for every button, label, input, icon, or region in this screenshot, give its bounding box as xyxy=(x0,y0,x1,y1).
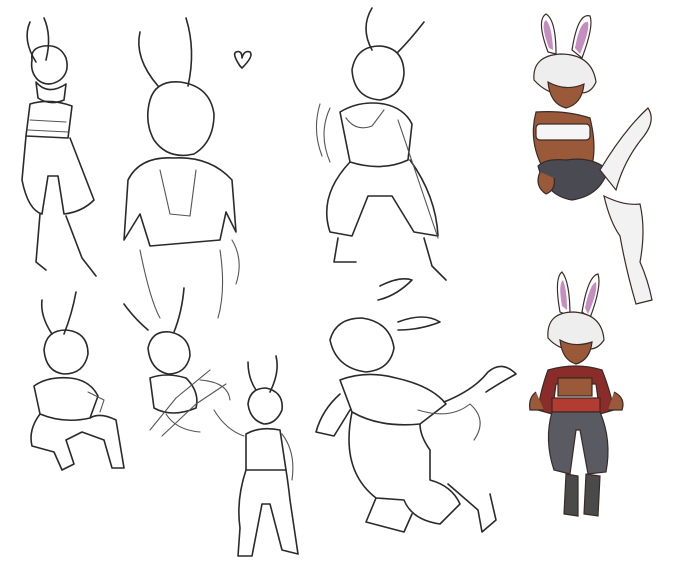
sketch-sitting-colored xyxy=(532,13,653,305)
sketch-standing-colored xyxy=(529,271,624,517)
sketch-running-sickle xyxy=(315,278,517,533)
sketch-standing-scarf xyxy=(21,17,97,277)
sketch-canvas xyxy=(21,7,653,557)
sketch-sheet xyxy=(0,0,680,569)
sketch-crouching xyxy=(30,291,125,471)
sketch-holding-blade xyxy=(315,7,447,281)
sketch-standing-small xyxy=(213,355,299,557)
sketch-crouch-slash xyxy=(123,287,231,437)
heart-icon xyxy=(233,50,252,69)
sketch-jacket-heart xyxy=(123,17,252,319)
